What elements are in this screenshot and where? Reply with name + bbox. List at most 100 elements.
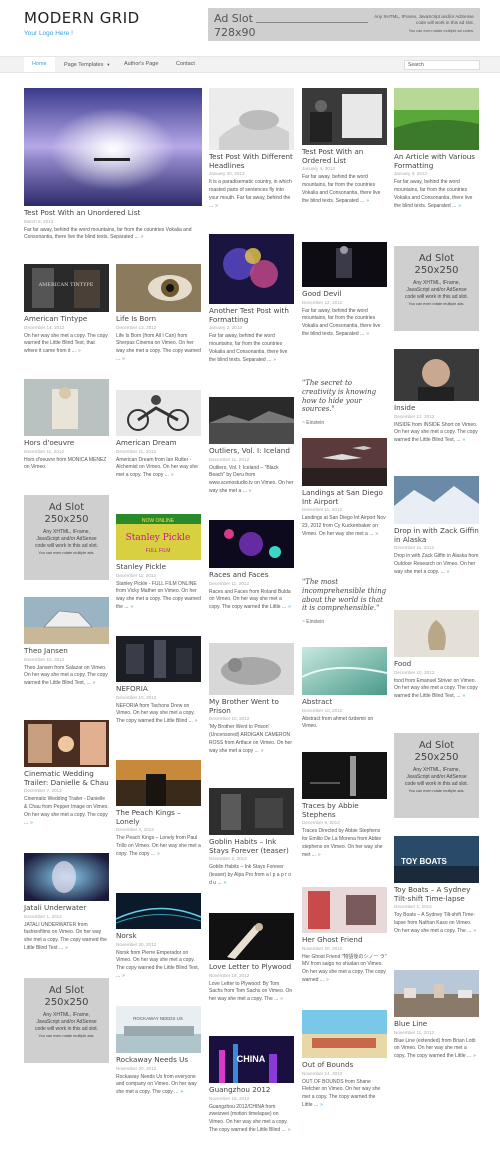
post-thumbnail[interactable] [302,647,387,695]
post-title[interactable]: American Dream [116,438,201,448]
post-title[interactable]: Abstract [302,697,387,707]
read-more-link[interactable]: » [78,348,81,354]
ad-slot-250x250[interactable]: Ad Slot 250x250 Any XHTML, IFrame, JavaS… [24,978,109,1063]
read-more-link[interactable]: » [131,604,134,610]
read-more-link[interactable]: » [215,203,218,209]
post-title[interactable]: Stanley Pickle [116,562,201,572]
read-more-link[interactable]: » [288,1127,291,1133]
post-thumbnail[interactable] [394,610,479,657]
post-thumbnail[interactable] [24,853,109,901]
read-more-link[interactable]: » [122,356,125,362]
read-more-link[interactable]: » [280,996,283,1002]
post-thumbnail[interactable] [24,720,109,767]
post-thumbnail[interactable] [302,242,387,287]
post-title[interactable]: NEFORIA [116,684,201,694]
read-more-link[interactable]: » [318,852,321,858]
post-title[interactable]: Love Letter to Plywood [209,962,294,972]
read-more-link[interactable]: » [180,1089,183,1095]
post-title[interactable]: The Peach Kings – Lonely [116,808,201,826]
post-title[interactable]: Jatali Underwater [24,903,109,913]
post-title[interactable]: American Tintype [24,314,109,324]
read-more-link[interactable]: » [375,531,378,537]
post-thumbnail[interactable] [209,788,294,835]
search-input[interactable] [404,60,480,70]
read-more-link[interactable]: » [366,331,369,337]
post-thumbnail[interactable] [302,438,387,486]
read-more-link[interactable]: » [447,569,450,575]
post-thumbnail[interactable] [24,597,109,644]
post-thumbnail[interactable]: CHINA [209,1036,294,1083]
post-title[interactable]: Drop in with Zack Giffin in Alaska [394,526,479,544]
post-title[interactable]: Toy Boats – A Sydney Tilt-shift Time-lap… [394,885,479,903]
post-title[interactable]: Test Post With an Unordered List [24,208,202,218]
post-title[interactable]: Her Ghost Friend [302,935,387,945]
post-title[interactable]: Hors d'oeuvre [24,438,109,448]
post-title[interactable]: Outliers, Vol. I: Iceland [209,446,294,456]
read-more-link[interactable]: » [458,203,461,209]
read-more-link[interactable]: » [249,488,252,494]
read-more-link[interactable]: » [157,851,160,857]
post-thumbnail[interactable] [302,88,387,145]
read-more-link[interactable]: » [366,198,369,204]
post-thumbnail[interactable] [209,643,294,695]
post-title[interactable]: Cinematic Wedding Trailer: Danielle & Ch… [24,769,109,787]
post-title[interactable]: Good Devil [302,289,387,299]
post-thumbnail[interactable] [116,264,201,312]
read-more-link[interactable]: » [261,748,264,754]
post-thumbnail[interactable] [209,913,294,960]
post-thumbnail[interactable] [116,893,201,929]
post-thumbnail[interactable] [209,234,294,304]
read-more-link[interactable]: » [273,357,276,363]
ad-slot-728x90[interactable]: Ad Slot 728x90 Any XHTML, IFrame, JavaSc… [208,8,480,41]
post-title[interactable]: Goblin Habits – Ink Stays Forever (tease… [209,837,294,855]
post-title[interactable]: Test Post With an Ordered List [302,147,387,165]
post-thumbnail[interactable] [302,1010,387,1058]
post-thumbnail[interactable] [209,88,294,150]
post-thumbnail[interactable]: TOY BOATS [394,836,479,883]
nav-item-contact[interactable]: Contact [168,57,203,72]
post-thumbnail[interactable] [394,349,479,401]
post-title[interactable]: Guangzhou 2012 [209,1085,294,1095]
post-thumbnail[interactable] [116,636,201,682]
read-more-link[interactable]: » [65,945,68,951]
post-thumbnail[interactable] [116,760,201,806]
read-more-link[interactable]: » [224,880,227,886]
post-thumbnail[interactable] [394,476,479,524]
ad-slot-250x250[interactable]: Ad Slot 250x250 Any XHTML, IFrame, JavaS… [24,495,109,580]
post-thumbnail[interactable] [209,397,294,444]
ad-slot-250x250[interactable]: Ad Slot 250x250 Any XHTML, IFrame, JavaS… [394,246,479,331]
post-thumbnail[interactable] [394,88,479,150]
read-more-link[interactable]: » [463,693,466,699]
read-more-link[interactable]: » [195,718,198,724]
post-title[interactable]: Rockaway Needs Us [116,1055,201,1065]
nav-item-page-templates[interactable]: Page Templates ▼ [56,57,118,72]
site-title[interactable]: MODERN GRID [24,9,140,27]
read-more-link[interactable]: » [288,604,291,610]
post-title[interactable]: Test Post With Different Headlines [209,152,294,170]
read-more-link[interactable]: » [473,928,476,934]
read-more-link[interactable]: » [320,1102,323,1108]
read-more-link[interactable]: » [171,472,174,478]
nav-item-home[interactable]: Home [24,57,55,72]
read-more-link[interactable]: » [326,977,329,983]
post-title[interactable]: Inside [394,403,479,413]
post-title[interactable]: Races and Faces [209,570,294,580]
post-title[interactable]: Norsk [116,931,201,941]
read-more-link[interactable]: » [463,437,466,443]
post-title[interactable]: Blue Line [394,1019,479,1029]
post-thumbnail[interactable] [209,520,294,568]
post-thumbnail[interactable] [302,887,387,933]
nav-item-authors-page[interactable]: Author's Page [116,57,166,72]
read-more-link[interactable]: » [30,820,33,826]
post-title[interactable]: Life Is Born [116,314,201,324]
post-thumbnail[interactable] [302,752,387,799]
read-more-link[interactable]: » [473,1053,476,1059]
post-title[interactable]: An Article with Various Formatting [394,152,479,170]
post-title[interactable]: Another Test Post with Formatting [209,306,294,324]
read-more-link[interactable]: » [93,680,96,686]
read-more-link[interactable]: » [141,234,144,240]
read-more-link[interactable]: » [122,973,125,979]
post-title[interactable]: Out of Bounds [302,1060,387,1070]
post-title[interactable]: Landings at San Diego Int Airport [302,488,387,506]
post-thumbnail[interactable]: ROCKAWAY NEEDS US [116,1006,201,1053]
